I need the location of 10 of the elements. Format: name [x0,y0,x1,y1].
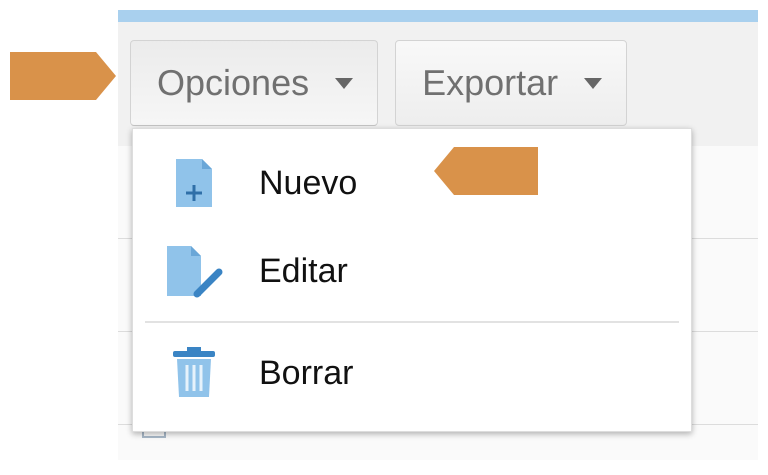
menu-item[interactable]: Nuevo [133,139,691,227]
menu-item[interactable]: Borrar [133,329,691,417]
new-file-icon [174,157,214,209]
menu-item[interactable]: Editar [133,227,691,315]
trash-icon [171,347,217,399]
dropdown-button[interactable]: Opciones [130,40,378,126]
dropdown-button[interactable]: Exportar [395,40,628,126]
caret-icon [584,78,602,88]
caret-icon [335,78,354,88]
edit-file-icon [165,244,223,298]
